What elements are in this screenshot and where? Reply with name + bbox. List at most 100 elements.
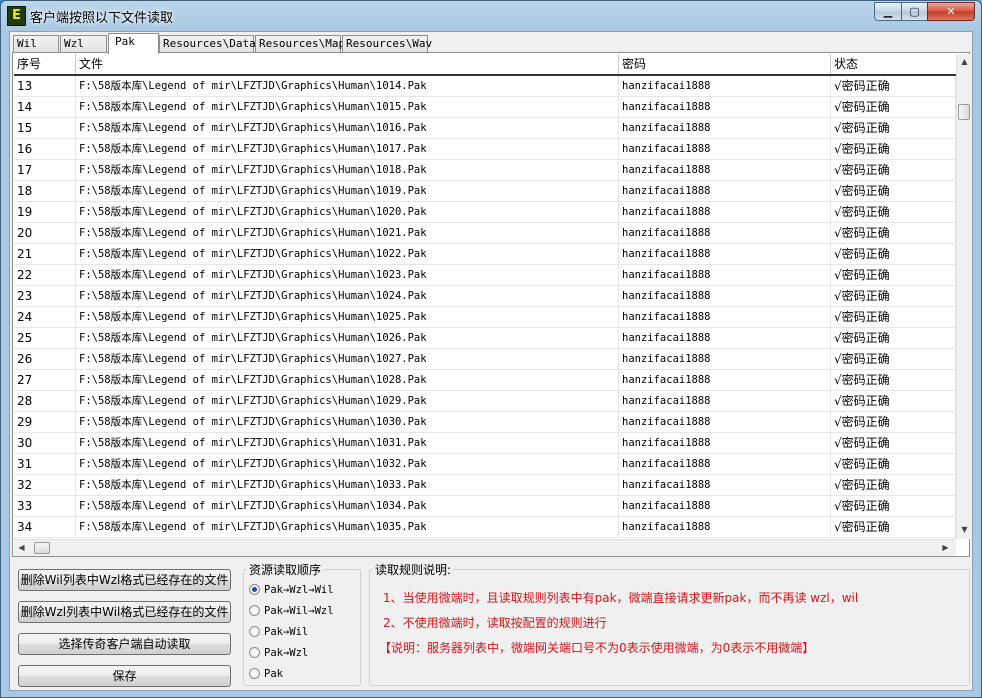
cell-file: F:\58版本库\Legend of mir\LFZTJD\Graphics\H… [76,202,619,222]
maximize-button[interactable]: ▢ [901,2,928,21]
tab-resources-wav[interactable]: Resources\Wav [342,35,432,53]
horizontal-scroll-thumb[interactable] [34,542,50,554]
cell-password: hanzifacai1888 [619,307,831,327]
table-row[interactable]: 15 F:\58版本库\Legend of mir\LFZTJD\Graphics… [14,118,956,139]
table-row[interactable]: 22 F:\58版本库\Legend of mir\LFZTJD\Graphics… [14,265,956,286]
table-row[interactable]: 26 F:\58版本库\Legend of mir\LFZTJD\Graphics… [14,349,956,370]
column-header-no[interactable]: 序号 [14,54,76,74]
table-row[interactable]: 33 F:\58版本库\Legend of mir\LFZTJD\Graphics… [14,496,956,517]
table-row[interactable]: 34 F:\58版本库\Legend of mir\LFZTJD\Graphics… [14,517,956,538]
radio-button-icon[interactable] [249,626,260,637]
cell-file: F:\58版本库\Legend of mir\LFZTJD\Graphics\H… [76,223,619,243]
table-row[interactable]: 13 F:\58版本库\Legend of mir\LFZTJD\Graphics… [14,76,956,97]
cell-password: hanzifacai1888 [619,160,831,180]
cell-password: hanzifacai1888 [619,244,831,264]
cell-status: √密码正确 [831,223,956,243]
scroll-up-icon[interactable]: ▲ [957,54,972,69]
table-row[interactable]: 18 F:\58版本库\Legend of mir\LFZTJD\Graphics… [14,181,956,202]
read-order-option-label: Pak→Wil→Wzl [264,605,334,617]
cell-no: 19 [14,202,76,222]
tab-resources-map[interactable]: Resources\Map [255,35,345,53]
table-row[interactable]: 14 F:\58版本库\Legend of mir\LFZTJD\Graphics… [14,97,956,118]
cell-status: √密码正确 [831,307,956,327]
cell-password: hanzifacai1888 [619,223,831,243]
cell-password: hanzifacai1888 [619,496,831,516]
table-row[interactable]: 19 F:\58版本库\Legend of mir\LFZTJD\Graphics… [14,202,956,223]
table-row[interactable]: 28 F:\58版本库\Legend of mir\LFZTJD\Graphics… [14,391,956,412]
table-row[interactable]: 25 F:\58版本库\Legend of mir\LFZTJD\Graphics… [14,328,956,349]
minimize-button[interactable]: ▁ [874,2,902,21]
tab-panel-pak: 序号 文件 密码 状态 13 F:\58版本库\Legend of mir\LFZ… [12,52,972,557]
cell-no: 18 [14,181,76,201]
radio-button-icon[interactable] [249,584,260,595]
cell-file: F:\58版本库\Legend of mir\LFZTJD\Graphics\H… [76,244,619,264]
cell-password: hanzifacai1888 [619,181,831,201]
table-row[interactable]: 24 F:\58版本库\Legend of mir\LFZTJD\Graphics… [14,307,956,328]
cell-password: hanzifacai1888 [619,328,831,348]
delete-wil-duplicates-button[interactable]: 删除Wil列表中Wzl格式已经存在的文件 [18,569,231,591]
radio-button-icon[interactable] [249,668,260,679]
cell-no: 22 [14,265,76,285]
read-order-option[interactable]: Pak [249,666,283,682]
delete-wzl-duplicates-button[interactable]: 删除Wzl列表中Wil格式已经存在的文件 [18,601,231,623]
cell-no: 31 [14,454,76,474]
read-order-group: 资源读取顺序 Pak→Wzl→Wil Pak→Wil→Wzl Pak→Wil Pak→… [243,561,361,686]
minimize-icon: ▁ [883,5,893,18]
cell-status: √密码正确 [831,202,956,222]
tab-wil[interactable]: Wil [13,35,59,53]
close-button[interactable]: ✕ [927,2,975,21]
table-row[interactable]: 30 F:\58版本库\Legend of mir\LFZTJD\Graphics… [14,433,956,454]
cell-status: √密码正确 [831,139,956,159]
radio-button-icon[interactable] [249,605,260,616]
table-row[interactable]: 20 F:\58版本库\Legend of mir\LFZTJD\Graphics… [14,223,956,244]
cell-no: 21 [14,244,76,264]
cell-password: hanzifacai1888 [619,349,831,369]
cell-password: hanzifacai1888 [619,412,831,432]
table-row[interactable]: 23 F:\58版本库\Legend of mir\LFZTJD\Graphics… [14,286,956,307]
column-header-status[interactable]: 状态 [831,54,956,74]
read-order-option[interactable]: Pak→Wil→Wzl [249,603,334,619]
save-button[interactable]: 保存 [18,665,231,687]
radio-button-icon[interactable] [249,647,260,658]
choose-client-button[interactable]: 选择传奇客户端自动读取 [18,633,231,655]
tab-pak[interactable]: Pak [108,33,159,54]
table-row[interactable]: 29 F:\58版本库\Legend of mir\LFZTJD\Graphics… [14,412,956,433]
cell-no: 29 [14,412,76,432]
table-row[interactable]: 31 F:\58版本库\Legend of mir\LFZTJD\Graphics… [14,454,956,475]
cell-password: hanzifacai1888 [619,391,831,411]
table-row[interactable]: 17 F:\58版本库\Legend of mir\LFZTJD\Graphics… [14,160,956,181]
title-bar[interactable]: E 客户端按照以下文件读取 ▁ ▢ ✕ [1,1,981,31]
vertical-scrollbar[interactable]: ▲ ▼ [956,54,972,539]
file-table[interactable]: 序号 文件 密码 状态 13 F:\58版本库\Legend of mir\LFZ… [14,54,956,539]
read-order-option[interactable]: Pak→Wzl [249,645,308,661]
cell-password: hanzifacai1888 [619,97,831,117]
column-header-password[interactable]: 密码 [619,54,831,74]
cell-file: F:\58版本库\Legend of mir\LFZTJD\Graphics\H… [76,412,619,432]
table-row[interactable]: 21 F:\58版本库\Legend of mir\LFZTJD\Graphics… [14,244,956,265]
scroll-right-icon[interactable]: ▶ [938,540,953,555]
column-header-file[interactable]: 文件 [76,54,619,74]
cell-file: F:\58版本库\Legend of mir\LFZTJD\Graphics\H… [76,517,619,537]
cell-status: √密码正确 [831,244,956,264]
table-row[interactable]: 32 F:\58版本库\Legend of mir\LFZTJD\Graphics… [14,475,956,496]
read-order-option[interactable]: Pak→Wil [249,624,308,640]
vertical-scroll-thumb[interactable] [958,104,970,120]
cell-password: hanzifacai1888 [619,139,831,159]
table-row[interactable]: 27 F:\58版本库\Legend of mir\LFZTJD\Graphics… [14,370,956,391]
tab-resources-data[interactable]: Resources\Data [159,35,256,53]
cell-file: F:\58版本库\Legend of mir\LFZTJD\Graphics\H… [76,349,619,369]
table-row[interactable]: 16 F:\58版本库\Legend of mir\LFZTJD\Graphics… [14,139,956,160]
cell-password: hanzifacai1888 [619,517,831,537]
cell-password: hanzifacai1888 [619,370,831,390]
cell-no: 26 [14,349,76,369]
read-order-option[interactable]: Pak→Wzl→Wil [249,582,334,598]
app-icon: E [7,6,26,26]
cell-status: √密码正确 [831,370,956,390]
cell-no: 27 [14,370,76,390]
cell-status: √密码正确 [831,349,956,369]
scroll-left-icon[interactable]: ◀ [14,540,29,555]
tab-wzl[interactable]: Wzl [60,35,107,53]
scroll-down-icon[interactable]: ▼ [957,522,972,537]
main-window: E 客户端按照以下文件读取 ▁ ▢ ✕ Wil Wzl Pak Resource… [0,0,982,698]
horizontal-scrollbar[interactable]: ◀ ▶ [14,539,956,556]
